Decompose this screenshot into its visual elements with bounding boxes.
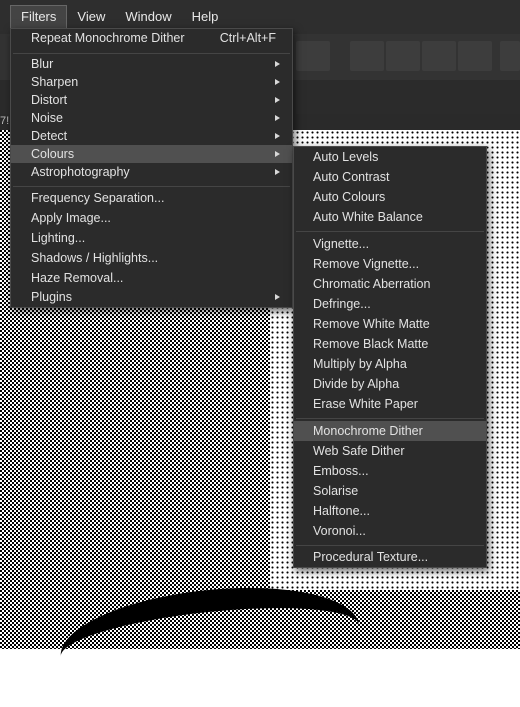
menu-item-label: Colours	[31, 147, 75, 161]
menu-item-haze-removal[interactable]: Haze Removal...	[11, 269, 292, 287]
menu-item-noise[interactable]: Noise	[11, 109, 292, 127]
toolbar-button[interactable]	[296, 41, 330, 71]
menu-item-label: Vignette...	[313, 237, 370, 251]
menu-item-divide-by-alpha[interactable]: Divide by Alpha	[294, 374, 486, 394]
colours-submenu: Auto Levels Auto Contrast Auto Colours A…	[293, 146, 487, 568]
menu-item-repeat-filter[interactable]: Repeat Monochrome Dither Ctrl+Alt+F	[11, 29, 292, 47]
menu-item-vignette[interactable]: Vignette...	[294, 234, 486, 254]
menu-item-label: Divide by Alpha	[313, 377, 400, 391]
menu-item-voronoi[interactable]: Voronoi...	[294, 521, 486, 541]
menu-item-auto-white-balance[interactable]: Auto White Balance	[294, 207, 486, 227]
toolbar-button[interactable]	[386, 41, 420, 71]
menu-item-distort[interactable]: Distort	[11, 91, 292, 109]
menu-item-label: Noise	[31, 111, 63, 125]
menu-item-remove-white-matte[interactable]: Remove White Matte	[294, 314, 486, 334]
menu-item-label: Solarise	[313, 484, 359, 498]
document-tab-label: 7!	[0, 115, 10, 127]
menu-item-erase-white-paper[interactable]: Erase White Paper	[294, 394, 486, 414]
menu-item-blur[interactable]: Blur	[11, 55, 292, 73]
menu-item-plugins[interactable]: Plugins	[11, 288, 292, 306]
menu-separator	[296, 418, 484, 419]
menu-item-label: Plugins	[31, 290, 72, 304]
menu-item-label: Auto Levels	[313, 150, 379, 164]
menu-item-label: Erase White Paper	[313, 397, 418, 411]
menu-item-label: Monochrome Dither	[313, 424, 423, 438]
menu-item-label: Halftone...	[313, 504, 370, 518]
toolbar-button[interactable]	[422, 41, 456, 71]
menu-item-label: Haze Removal...	[31, 271, 124, 285]
menu-window[interactable]: Window	[115, 5, 181, 29]
toolbar-button[interactable]	[500, 41, 520, 71]
toolbar-button[interactable]	[350, 41, 384, 71]
menu-separator	[296, 231, 484, 232]
menu-item-label: Remove Vignette...	[313, 257, 420, 271]
menu-item-label: Auto Colours	[313, 190, 386, 204]
menu-item-label: Detect	[31, 129, 68, 143]
menu-help[interactable]: Help	[182, 5, 229, 29]
menu-item-label: Astrophotography	[31, 165, 130, 179]
menu-item-multiply-by-alpha[interactable]: Multiply by Alpha	[294, 354, 486, 374]
menu-item-lighting[interactable]: Lighting...	[11, 229, 292, 247]
menu-item-label: Multiply by Alpha	[313, 357, 407, 371]
menu-item-emboss[interactable]: Emboss...	[294, 461, 486, 481]
menu-item-label: Procedural Texture...	[313, 550, 429, 564]
menu-view[interactable]: View	[67, 5, 115, 29]
menu-item-label: Shadows / Highlights...	[31, 251, 159, 265]
menu-item-auto-contrast[interactable]: Auto Contrast	[294, 167, 486, 187]
submenu-arrow-icon	[275, 169, 280, 175]
menu-item-label: Defringe...	[313, 297, 371, 311]
menu-item-label: Chromatic Aberration	[313, 277, 431, 291]
filters-menu: Repeat Monochrome Dither Ctrl+Alt+F Blur…	[10, 28, 293, 308]
menu-item-label: Remove White Matte	[313, 317, 430, 331]
menu-item-auto-colours[interactable]: Auto Colours	[294, 187, 486, 207]
menu-item-apply-image[interactable]: Apply Image...	[11, 209, 292, 227]
toolbar-button[interactable]	[458, 41, 492, 71]
menu-item-label: Repeat Monochrome Dither	[31, 31, 185, 45]
menu-item-procedural-texture[interactable]: Procedural Texture...	[294, 547, 486, 567]
menu-item-defringe[interactable]: Defringe...	[294, 294, 486, 314]
submenu-arrow-icon	[275, 151, 280, 157]
menu-item-remove-vignette[interactable]: Remove Vignette...	[294, 254, 486, 274]
menu-separator	[13, 186, 290, 187]
menu-item-label: Frequency Separation...	[31, 191, 165, 205]
menu-item-solarise[interactable]: Solarise	[294, 481, 486, 501]
shortcut-label: Ctrl+Alt+F	[219, 31, 276, 45]
menu-item-label: Sharpen	[31, 75, 79, 89]
submenu-arrow-icon	[275, 61, 280, 67]
menu-item-remove-black-matte[interactable]: Remove Black Matte	[294, 334, 486, 354]
menu-item-detect[interactable]: Detect	[11, 127, 292, 145]
submenu-arrow-icon	[275, 79, 280, 85]
menu-item-label: Emboss...	[313, 464, 369, 478]
menu-separator	[296, 545, 484, 546]
menu-item-label: Remove Black Matte	[313, 337, 429, 351]
menu-filters[interactable]: Filters	[10, 5, 68, 29]
menu-separator	[13, 53, 290, 54]
menu-item-monochrome-dither[interactable]: Monochrome Dither	[294, 421, 486, 441]
submenu-arrow-icon	[275, 115, 280, 121]
menu-item-label: Distort	[31, 93, 68, 107]
menu-item-label: Blur	[31, 57, 54, 71]
submenu-arrow-icon	[275, 97, 280, 103]
menu-item-chromatic-aberration[interactable]: Chromatic Aberration	[294, 274, 486, 294]
menu-item-web-safe-dither[interactable]: Web Safe Dither	[294, 441, 486, 461]
menu-item-label: Web Safe Dither	[313, 444, 405, 458]
menu-item-colours[interactable]: Colours	[11, 145, 292, 163]
menu-item-auto-levels[interactable]: Auto Levels	[294, 147, 486, 167]
canvas-dark-stroke	[55, 574, 365, 707]
menu-item-label: Auto White Balance	[313, 210, 423, 224]
menu-item-label: Voronoi...	[313, 524, 366, 538]
submenu-arrow-icon	[275, 294, 280, 300]
menu-item-frequency-separation[interactable]: Frequency Separation...	[11, 189, 292, 207]
menu-item-sharpen[interactable]: Sharpen	[11, 73, 292, 91]
menu-item-astrophotography[interactable]: Astrophotography	[11, 163, 292, 181]
menu-item-label: Auto Contrast	[313, 170, 390, 184]
menu-item-label: Apply Image...	[31, 211, 111, 225]
menu-item-shadows-highlights[interactable]: Shadows / Highlights...	[11, 249, 292, 267]
submenu-arrow-icon	[275, 133, 280, 139]
menu-item-halftone[interactable]: Halftone...	[294, 501, 486, 521]
menu-item-label: Lighting...	[31, 231, 86, 245]
